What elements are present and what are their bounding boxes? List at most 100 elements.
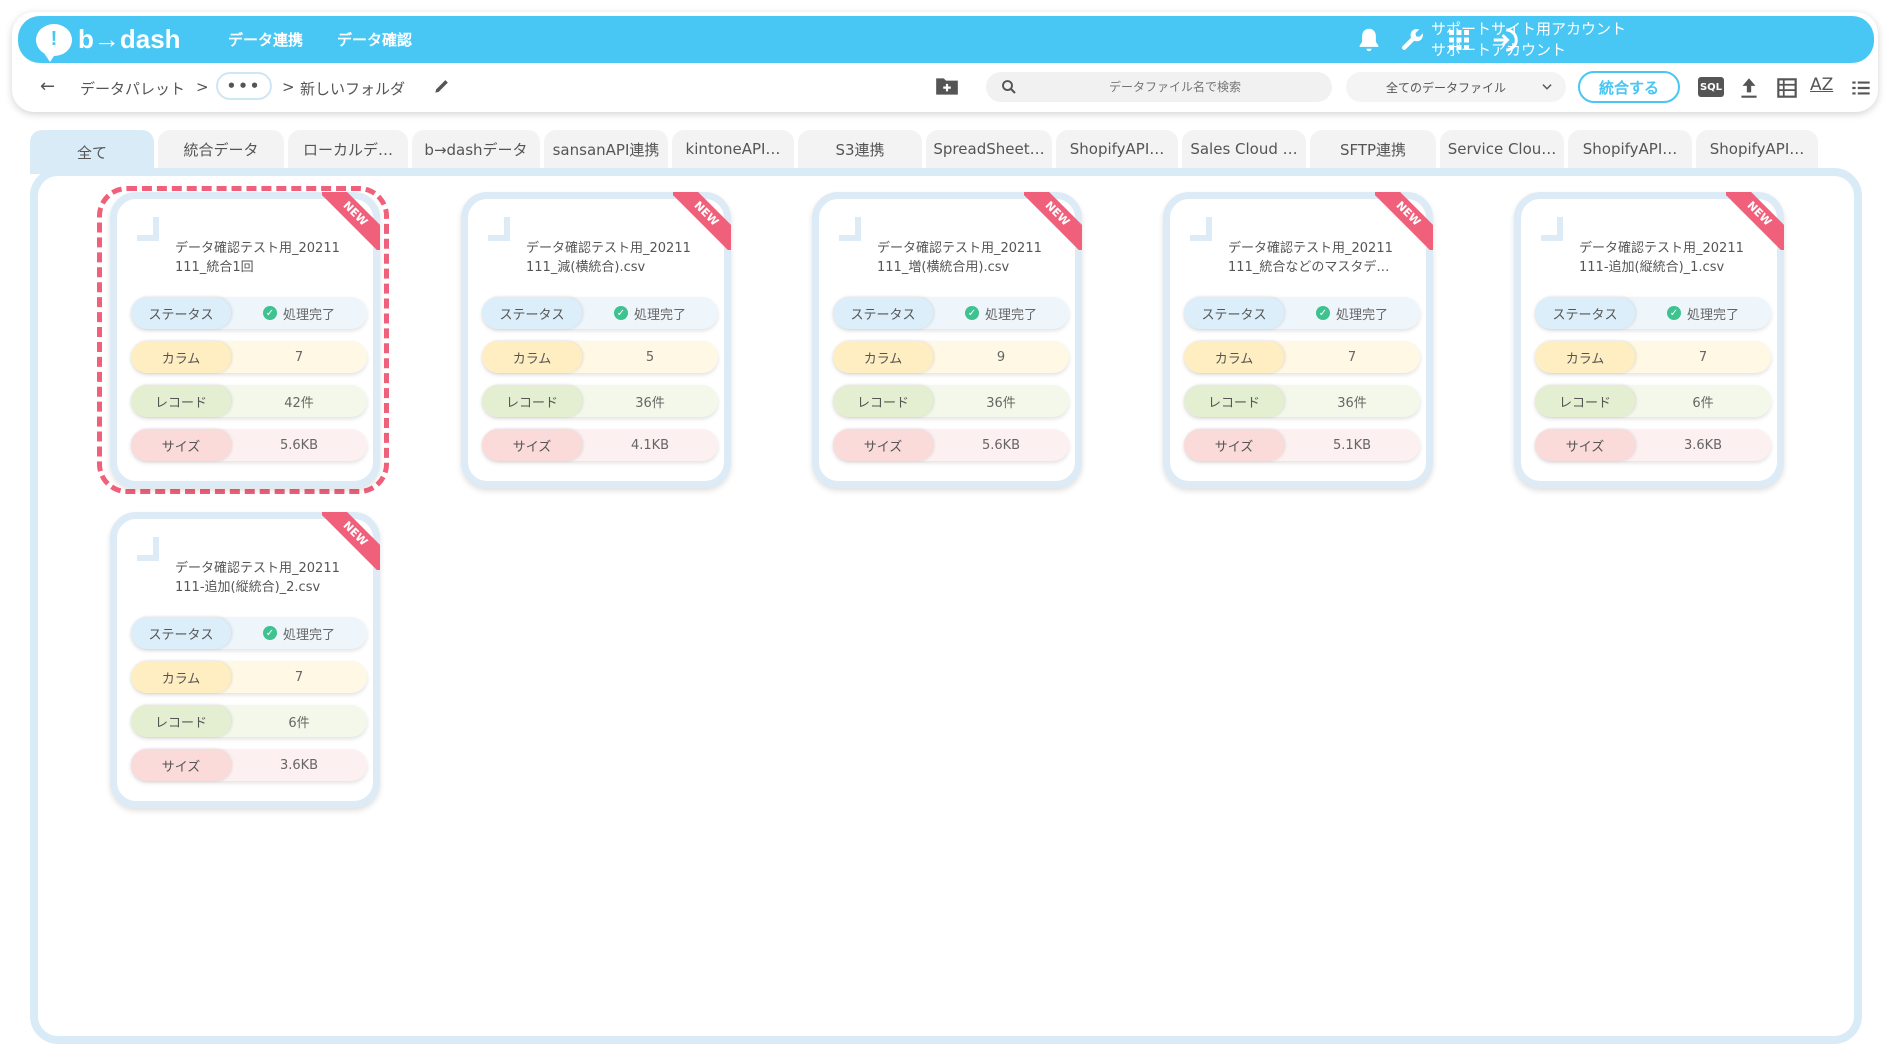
column-row: カラム 7 [1535,341,1771,373]
record-row: レコード 6件 [131,705,367,737]
column-label: カラム [833,341,933,373]
chevron-down-icon [1542,84,1552,90]
record-value: 6件 [1692,395,1714,411]
column-label: カラム [131,661,231,693]
top-bar: ! b→dash データ連携 データ確認 サポートサイト用アカウント サポートア… [18,16,1874,63]
size-row: サイズ 5.6KB [131,429,367,461]
check-icon: ✓ [1315,306,1330,320]
file-icon [1186,215,1216,243]
check-icon: ✓ [964,306,979,320]
status-value: ✓ 処理完了 [933,304,1069,323]
tab-shopify-api-3[interactable]: ShopifyAPI… [1696,130,1818,168]
size-row: サイズ 3.6KB [131,749,367,781]
column-label: カラム [482,341,582,373]
record-value: 6件 [288,715,310,731]
table-view-icon[interactable] [1774,75,1800,101]
data-file-card[interactable]: NEW データ確認テスト用_20211 111_増(横統合用).csv ステータ… [812,192,1082,488]
add-folder-icon[interactable] [934,74,960,98]
tab-s3[interactable]: S3連携 [798,130,922,168]
breadcrumb-separator: > [282,78,295,96]
size-value: 5.6KB [981,437,1021,453]
breadcrumb-current: 新しいフォルダ [300,80,406,98]
file-name: データ確認テスト用_20211 111_統合などのマスタデ… [1228,241,1393,275]
file-name: データ確認テスト用_20211 111-追加(縦統合)_2.csv [175,561,340,595]
search-icon [1002,80,1016,94]
tab-local-data[interactable]: ローカルデ… [288,130,408,168]
data-file-card[interactable]: NEW データ確認テスト用_20211 111_減(横統合).csv ステータス… [461,192,731,488]
size-row: サイズ 5.1KB [1184,429,1420,461]
size-label: サイズ [131,749,231,781]
record-row: レコード 6件 [1535,385,1771,417]
back-arrow-icon[interactable]: ← [40,76,55,97]
column-value: 7 [1347,349,1357,365]
data-file-card[interactable]: NEW データ確認テスト用_20211 111_統合1回 ステータス ✓ 処理完了… [110,192,380,488]
tab-spreadsheet[interactable]: SpreadSheet… [926,130,1052,168]
data-file-card[interactable]: NEW データ確認テスト用_20211 111-追加(縦統合)_2.csv ステ… [110,512,380,808]
upload-icon[interactable] [1736,75,1762,101]
status-row: ステータス ✓ 処理完了 [1535,297,1771,329]
column-value: 9 [996,349,1006,365]
tab-sansan-api[interactable]: sansanAPI連携 [544,130,668,168]
grid-icon[interactable] [1444,25,1474,55]
data-file-card[interactable]: NEW データ確認テスト用_20211 111_統合などのマスタデ… ステータス… [1163,192,1433,488]
nav-data-integration[interactable]: データ連携 [228,29,303,50]
tab-sftp[interactable]: SFTP連携 [1310,130,1436,168]
logo-text: b→dash [78,24,181,54]
tab-shopify-api-1[interactable]: ShopifyAPI… [1056,130,1178,168]
search-input[interactable] [1018,79,1332,95]
file-filter-select[interactable]: 全てのデータファイル [1346,72,1566,102]
status-value: ✓ 処理完了 [1284,304,1420,323]
sort-az-icon[interactable]: AZ [1810,75,1840,101]
tab-service-cloud[interactable]: Service Clou… [1440,130,1564,168]
nav-data-check[interactable]: データ確認 [337,29,412,50]
data-file-card[interactable]: NEW データ確認テスト用_20211 111-追加(縦統合)_1.csv ステ… [1514,192,1784,488]
column-label: カラム [131,341,231,373]
status-label: ステータス [833,297,933,329]
tab-bdash-data[interactable]: b→dashデータ [412,130,540,168]
check-icon: ✓ [262,306,277,320]
breadcrumb-root[interactable]: データパレット [80,78,185,99]
column-label: カラム [1535,341,1635,373]
status-value: ✓ 処理完了 [231,304,367,323]
size-label: サイズ [482,429,582,461]
toolbar: ← データパレット > ••• > 新しいフォルダ 全てのデータファイル 統合す… [18,68,1874,108]
tab-kintone-api[interactable]: kintoneAPI… [672,130,794,168]
record-label: レコード [131,705,231,737]
tab-shopify-api-2[interactable]: ShopifyAPI… [1568,130,1692,168]
column-value: 7 [294,349,304,365]
status-row: ステータス ✓ 処理完了 [131,297,367,329]
logout-icon[interactable] [1490,25,1520,55]
list-view-icon[interactable] [1848,75,1874,101]
column-row: カラム 9 [833,341,1069,373]
status-row: ステータス ✓ 処理完了 [131,617,367,649]
record-value: 36件 [1337,395,1367,411]
column-value: 5 [645,349,655,365]
pencil-icon[interactable] [432,76,452,96]
status-label: ステータス [1184,297,1284,329]
size-row: サイズ 3.6KB [1535,429,1771,461]
tab-merged-data[interactable]: 統合データ [158,130,284,168]
bell-icon[interactable] [1354,25,1384,55]
column-row: カラム 7 [131,341,367,373]
size-label: サイズ [1184,429,1284,461]
category-tabs: 全て 統合データ ローカルデ… b→dashデータ sansanAPI連携 ki… [30,130,1860,174]
logo[interactable]: ! b→dash [36,23,186,62]
wrench-icon[interactable] [1398,25,1428,55]
breadcrumb-ellipsis[interactable]: ••• [216,72,272,100]
check-icon: ✓ [1666,306,1681,320]
size-label: サイズ [1535,429,1635,461]
search-box[interactable] [986,72,1332,102]
size-value: 5.1KB [1332,437,1372,453]
status-row: ステータス ✓ 処理完了 [482,297,718,329]
merge-button[interactable]: 統合する [1578,71,1680,103]
status-row: ステータス ✓ 処理完了 [833,297,1069,329]
check-icon: ✓ [262,626,277,640]
column-value: 7 [294,669,304,685]
tab-sales-cloud[interactable]: Sales Cloud … [1182,130,1306,168]
record-label: レコード [482,385,582,417]
record-row: レコード 42件 [131,385,367,417]
record-label: レコード [131,385,231,417]
status-label: ステータス [1535,297,1635,329]
sql-icon[interactable]: SQL [1698,77,1724,97]
status-label: ステータス [482,297,582,329]
